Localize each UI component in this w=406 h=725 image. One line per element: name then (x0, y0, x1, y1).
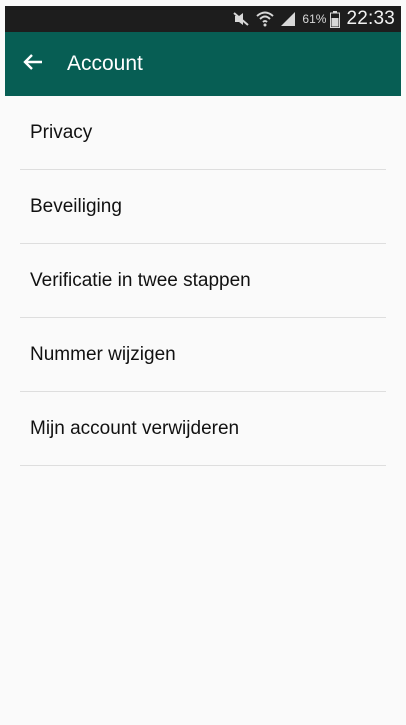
signal-icon (280, 11, 296, 27)
clock: 22:33 (346, 8, 395, 29)
menu-item-delete-account[interactable]: Mijn account verwijderen (20, 392, 386, 466)
arrow-left-icon (22, 51, 44, 78)
back-button[interactable] (19, 50, 47, 78)
app-bar: Account (5, 32, 401, 96)
account-settings-list: Privacy Beveiliging Verificatie in twee … (5, 96, 401, 466)
wifi-icon (256, 11, 275, 27)
page-title: Account (67, 52, 143, 75)
battery-percent: 61% (302, 12, 327, 26)
battery-icon (330, 10, 341, 28)
screen: 61% 22:33 Account Privacy Beveiliging Ve… (5, 6, 401, 725)
menu-item-two-step-verification[interactable]: Verificatie in twee stappen (20, 244, 386, 318)
mute-icon (232, 11, 250, 27)
menu-item-security[interactable]: Beveiliging (20, 170, 386, 244)
menu-item-change-number[interactable]: Nummer wijzigen (20, 318, 386, 392)
status-bar: 61% 22:33 (5, 6, 401, 32)
menu-item-privacy[interactable]: Privacy (20, 96, 386, 170)
